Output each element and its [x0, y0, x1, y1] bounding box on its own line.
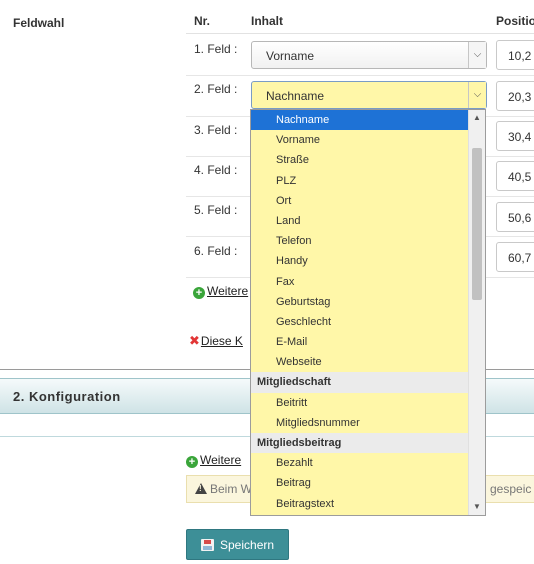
- dropdown-option[interactable]: E-Mail: [251, 332, 469, 352]
- plus-circle-icon: +: [193, 287, 205, 299]
- dropdown-option[interactable]: Fax: [251, 272, 469, 292]
- position-value: 40,5: [508, 170, 532, 184]
- field-select-value: Nachname: [266, 89, 325, 103]
- dropdown-option[interactable]: Ort: [251, 191, 469, 211]
- dropdown-scrollbar[interactable]: ▲ ▼: [468, 110, 485, 515]
- position-value: 50,6: [508, 211, 532, 225]
- x-icon: ✖: [189, 333, 200, 348]
- save-button[interactable]: Speichern: [186, 529, 289, 560]
- add-config-link[interactable]: + Weitere: [186, 453, 241, 468]
- dropdown-option[interactable]: Geschlecht: [251, 312, 469, 332]
- add-field-link[interactable]: + Weitere: [193, 284, 248, 299]
- dropdown-option[interactable]: Beitragstext: [251, 494, 469, 514]
- add-field-link-label: Weitere: [207, 284, 249, 298]
- scroll-down-icon[interactable]: ▼: [469, 499, 485, 515]
- position-value: 60,7: [508, 251, 532, 265]
- position-input-3[interactable]: 30,4: [496, 121, 534, 151]
- row-label-2: 2. Feld :: [194, 82, 238, 96]
- field-select-2[interactable]: Nachname ⌵: [251, 81, 487, 109]
- field-select-1[interactable]: Vorname ⌵: [251, 41, 487, 69]
- dropdown-option[interactable]: Bezahlt: [251, 453, 469, 473]
- dropdown-option[interactable]: Mitgliedsnummer: [251, 413, 469, 433]
- scrollbar-thumb[interactable]: [472, 148, 482, 300]
- plus-circle-icon: +: [186, 456, 198, 468]
- position-input-5[interactable]: 50,6: [496, 202, 534, 232]
- scroll-up-icon[interactable]: ▲: [469, 110, 485, 126]
- row-label-6: 6. Feld :: [194, 244, 238, 258]
- column-header-position: Positio: [496, 14, 534, 28]
- delete-link[interactable]: ✖Diese K: [189, 333, 243, 349]
- floppy-disk-icon: [201, 539, 214, 551]
- dropdown-option[interactable]: Vorname: [251, 130, 469, 150]
- row-label-3: 3. Feld :: [194, 123, 238, 137]
- dropdown-group-header: Mitgliedsbeitrag: [251, 433, 469, 454]
- dropdown-option[interactable]: Webseite: [251, 352, 469, 372]
- chevron-down-icon[interactable]: ⌵: [468, 42, 486, 68]
- feldwahl-label: Feldwahl: [13, 16, 65, 30]
- position-input-6[interactable]: 60,7: [496, 242, 534, 272]
- row-label-1: 1. Feld :: [194, 42, 238, 56]
- column-header-inhalt: Inhalt: [251, 14, 283, 28]
- row-divider: [186, 75, 534, 76]
- field-select-value: Vorname: [266, 49, 315, 63]
- column-header-nr: Nr.: [194, 14, 211, 28]
- warning-text: Beim W: [210, 482, 252, 496]
- position-input-4[interactable]: 40,5: [496, 161, 534, 191]
- header-divider: [186, 33, 534, 34]
- row-label-5: 5. Feld :: [194, 203, 238, 217]
- field-dropdown-list[interactable]: Nachname Vorname Straße PLZ Ort Land Telefon Ha…: [250, 109, 486, 516]
- position-value: 30,4: [508, 130, 532, 144]
- dropdown-option[interactable]: Geburtstag: [251, 292, 469, 312]
- warning-text-tail: gespeic: [490, 482, 532, 496]
- position-input-2[interactable]: 20,3: [496, 81, 534, 111]
- dropdown-options: Nachname Vorname Straße PLZ Ort Land Telefon Ha…: [251, 110, 469, 514]
- position-value: 10,2: [508, 49, 532, 63]
- dropdown-option[interactable]: PLZ: [251, 171, 469, 191]
- dropdown-group-header: Mitgliedschaft: [251, 372, 469, 393]
- warning-icon: [195, 483, 207, 494]
- warning-text-wrap: Beim W: [195, 482, 252, 496]
- add-config-link-label: Weitere: [200, 453, 242, 467]
- dropdown-option[interactable]: Land: [251, 211, 469, 231]
- dropdown-option[interactable]: Telefon: [251, 231, 469, 251]
- dropdown-option[interactable]: Beitrag: [251, 473, 469, 493]
- section-title: 2. Konfiguration: [13, 389, 121, 404]
- chevron-down-icon[interactable]: ⌵: [468, 82, 486, 108]
- save-button-label: Speichern: [220, 538, 275, 552]
- dropdown-option[interactable]: Nachname: [251, 110, 469, 131]
- position-value: 20,3: [508, 90, 532, 104]
- dropdown-option[interactable]: Straße: [251, 150, 469, 170]
- dropdown-option[interactable]: Handy: [251, 251, 469, 271]
- delete-link-label: Diese K: [200, 334, 243, 348]
- position-input-1[interactable]: 10,2: [496, 40, 534, 70]
- dropdown-option[interactable]: Beitritt: [251, 393, 469, 413]
- row-label-4: 4. Feld :: [194, 163, 238, 177]
